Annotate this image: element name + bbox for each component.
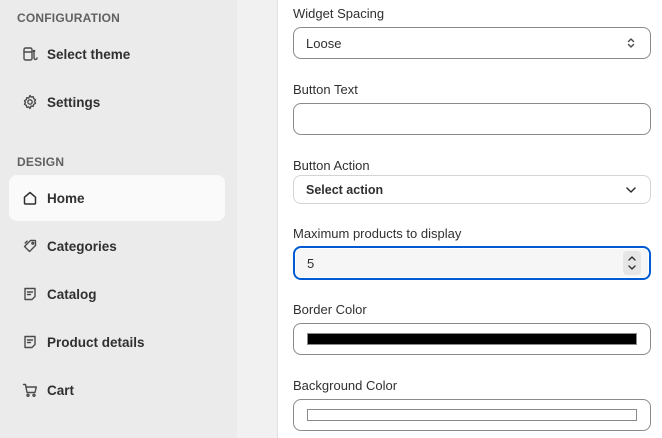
border-color-picker[interactable] (293, 323, 651, 355)
home-icon (22, 190, 38, 206)
chevron-up-icon[interactable] (626, 253, 638, 263)
sidebar-item-label: Categories (47, 238, 117, 254)
chevron-down-icon[interactable] (626, 263, 638, 273)
button-text-input[interactable] (293, 103, 651, 135)
preview-gutter (237, 0, 278, 438)
sidebar-item-select-theme[interactable]: Select theme (9, 31, 225, 77)
cart-icon (22, 382, 38, 398)
widget-spacing-value: Loose (306, 35, 342, 51)
sidebar: CONFIGURATION Select theme Settings DESI… (0, 0, 237, 438)
widget-spacing-select[interactable]: Loose (293, 27, 651, 59)
background-color-label: Background Color (293, 378, 398, 393)
sidebar-item-label: Home (47, 190, 85, 206)
sidebar-item-label: Catalog (47, 286, 97, 302)
gear-icon (22, 94, 38, 110)
max-products-input[interactable]: 5 (293, 246, 651, 280)
sidebar-item-home[interactable]: Home (9, 175, 225, 221)
tag-icon (22, 238, 38, 254)
sidebar-item-label: Select theme (47, 46, 131, 62)
widget-spacing-label: Widget Spacing (293, 6, 385, 21)
configuration-section-label: CONFIGURATION (17, 11, 121, 25)
theme-icon (22, 46, 38, 62)
border-color-label: Border Color (293, 302, 367, 317)
sidebar-item-label: Settings (47, 94, 101, 110)
number-stepper[interactable] (623, 251, 641, 275)
background-color-picker[interactable] (293, 399, 651, 431)
max-products-label: Maximum products to display (293, 226, 462, 241)
button-action-value: Select action (306, 182, 384, 197)
sidebar-item-label: Product details (47, 334, 145, 350)
product-icon (22, 334, 38, 350)
settings-panel: Widget Spacing Loose Button Text Button … (278, 0, 662, 438)
sidebar-item-settings[interactable]: Settings (9, 79, 225, 125)
select-updown-icon (627, 38, 635, 48)
catalog-icon (22, 286, 38, 302)
sidebar-item-catalog[interactable]: Catalog (9, 271, 225, 317)
max-products-value: 5 (307, 255, 315, 271)
button-text-label: Button Text (293, 82, 358, 97)
design-section-label: DESIGN (17, 155, 65, 169)
sidebar-item-cart[interactable]: Cart (9, 367, 225, 413)
background-color-swatch (307, 409, 637, 421)
sidebar-item-label: Cart (47, 382, 75, 398)
button-action-label: Button Action (293, 158, 370, 173)
chevron-down-icon (626, 186, 636, 193)
border-color-swatch (307, 333, 637, 345)
button-action-select[interactable]: Select action (293, 175, 651, 204)
sidebar-item-categories[interactable]: Categories (9, 223, 225, 269)
sidebar-item-product-details[interactable]: Product details (9, 319, 225, 365)
